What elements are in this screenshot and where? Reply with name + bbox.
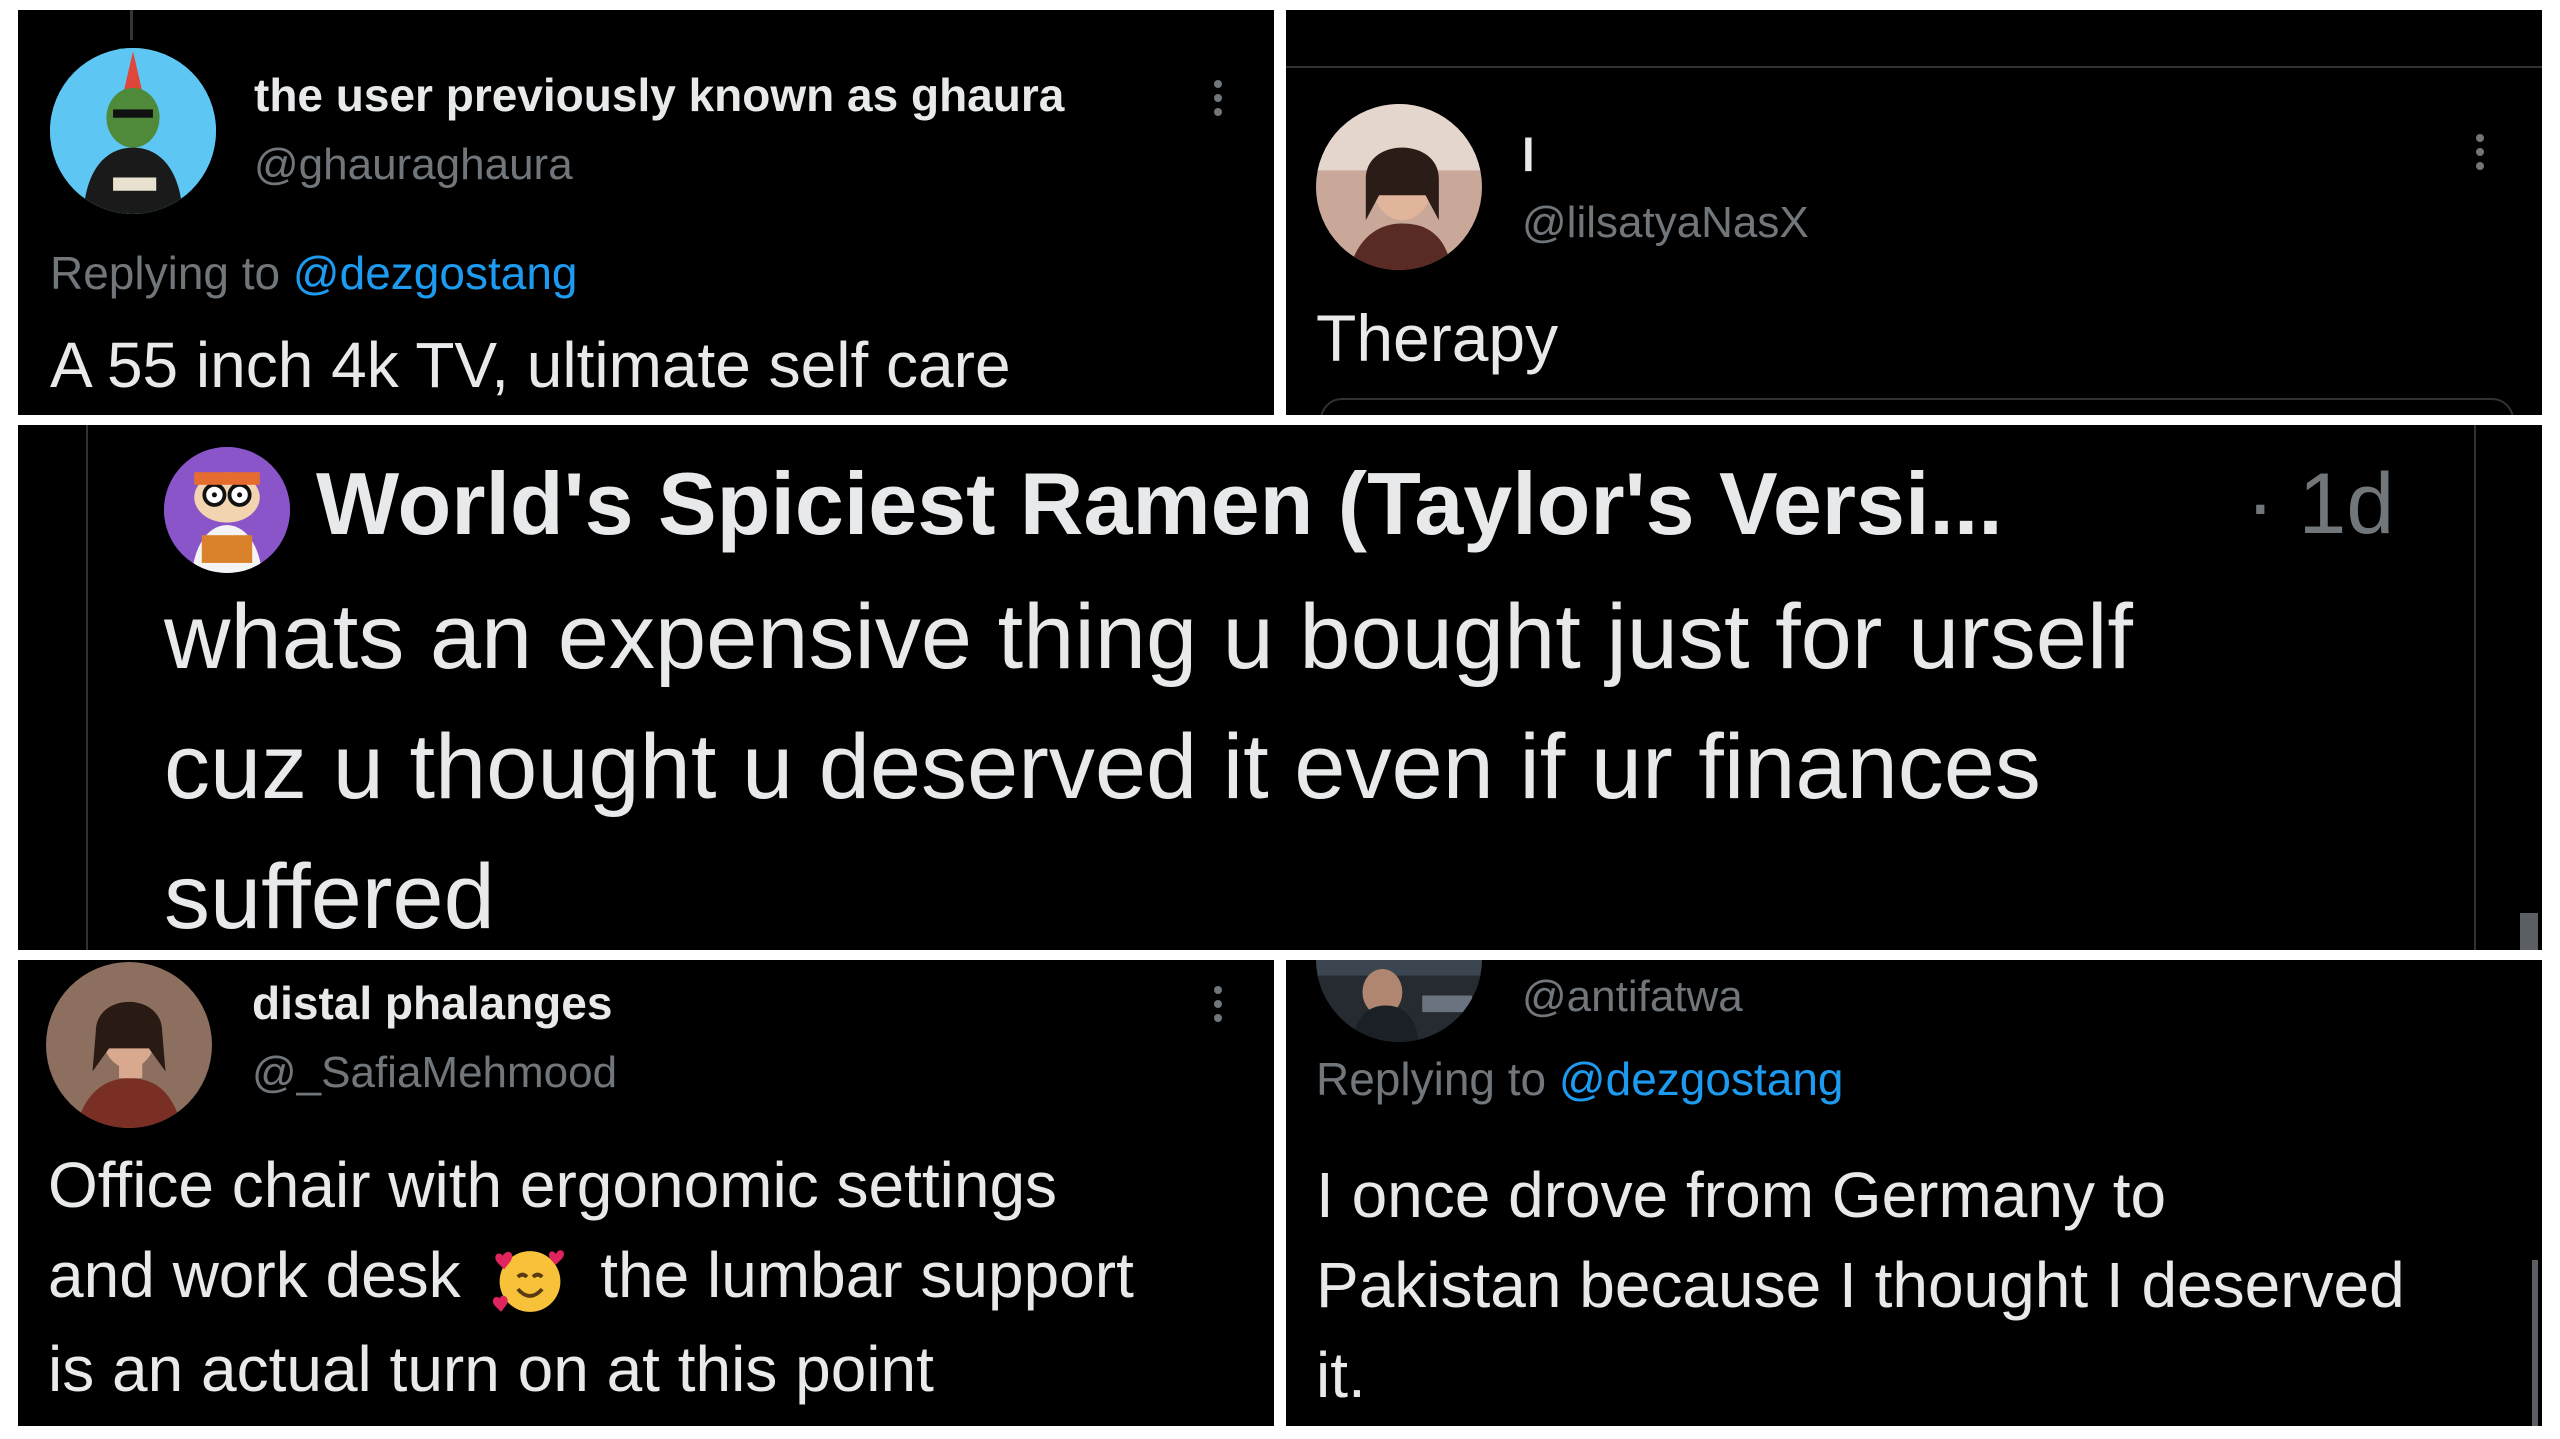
tweet-text: Therapy	[1316, 301, 1559, 375]
avatar-photo-image	[1316, 104, 1482, 270]
tweet-text-segment: and work desk	[48, 1239, 461, 1311]
display-name[interactable]: World's Spiciest Ramen (Taylor's Versi..…	[316, 453, 2003, 555]
tweet-panel-center: World's Spiciest Ramen (Taylor's Versi..…	[18, 425, 2542, 950]
thread-line	[130, 10, 133, 40]
tweet-text-line: Office chair with ergonomic settings	[48, 1149, 1058, 1221]
tweet-text-line: is an actual turn on at this point	[48, 1333, 934, 1405]
tweet-text-line: whats an expensive thing u bought just f…	[164, 586, 2133, 688]
more-options-icon[interactable]	[1214, 80, 1226, 122]
replying-prefix: Replying to	[50, 247, 281, 299]
right-border	[2474, 425, 2476, 950]
tweet-panel-bottom-left: distal phalanges @_SafiaMehmood Office c…	[18, 960, 1274, 1426]
replying-to: Replying to @dezgostang	[1316, 1052, 1843, 1106]
scrollbar-thumb[interactable]	[2520, 913, 2538, 950]
tweet-text-line: suffered	[164, 846, 495, 948]
smiling-face-with-hearts-icon	[492, 1242, 568, 1318]
avatar[interactable]	[46, 962, 212, 1128]
display-name[interactable]: distal phalanges	[252, 976, 612, 1030]
user-handle[interactable]: @lilsatyaNasX	[1522, 198, 1809, 248]
tweet-timestamp[interactable]: · 1d	[2246, 455, 2394, 554]
replying-to: Replying to @dezgostang	[50, 246, 577, 300]
avatar-cartoon-image	[164, 447, 290, 573]
mention-link[interactable]: @dezgostang	[293, 247, 578, 299]
scrollbar-thumb[interactable]	[2532, 1260, 2538, 1426]
avatar-photo-image	[1316, 960, 1482, 1042]
avatar[interactable]	[1316, 960, 1482, 1042]
mention-link[interactable]: @dezgostang	[1559, 1053, 1844, 1105]
display-name[interactable]: the user previously known as ghaura	[254, 68, 1064, 122]
avatar[interactable]	[50, 48, 216, 214]
tweet-text: A 55 inch 4k TV, ultimate self care	[50, 329, 1011, 401]
replying-prefix: Replying to	[1316, 1053, 1547, 1105]
avatar-photo-image	[46, 962, 212, 1128]
tweet-panel-top-right: l @lilsatyaNasX Therapy	[1286, 10, 2542, 415]
user-handle[interactable]: @antifatwa	[1522, 972, 1743, 1022]
divider	[1286, 66, 2542, 68]
tweet-text-segment: the lumbar support	[600, 1239, 1134, 1311]
display-name[interactable]: l	[1522, 128, 1535, 182]
more-options-icon[interactable]	[1214, 986, 1226, 1028]
left-border	[86, 425, 88, 950]
tweet-text-line: cuz u thought u deserved it even if ur f…	[164, 716, 2041, 818]
user-handle[interactable]: @ghauraghaura	[254, 140, 573, 190]
tweet-text-line: it.	[1316, 1339, 1366, 1411]
tweet-text-line: Pakistan because I thought I deserved	[1316, 1249, 2405, 1321]
avatar[interactable]	[1316, 104, 1482, 270]
more-options-icon[interactable]	[2476, 134, 2488, 176]
tweet-panel-top-left: the user previously known as ghaura @gha…	[18, 10, 1274, 415]
quoted-card-edge	[1320, 398, 2514, 415]
tweet-text-line-with-emoji: and work desk the lumbar support	[48, 1238, 1134, 1318]
tweet-text-line: I once drove from Germany to	[1316, 1159, 2167, 1231]
tweet-panel-bottom-right: @antifatwa Replying to @dezgostang I onc…	[1286, 960, 2542, 1426]
avatar-goblin-image	[50, 48, 216, 214]
user-handle[interactable]: @_SafiaMehmood	[252, 1048, 617, 1098]
avatar[interactable]	[164, 447, 290, 573]
